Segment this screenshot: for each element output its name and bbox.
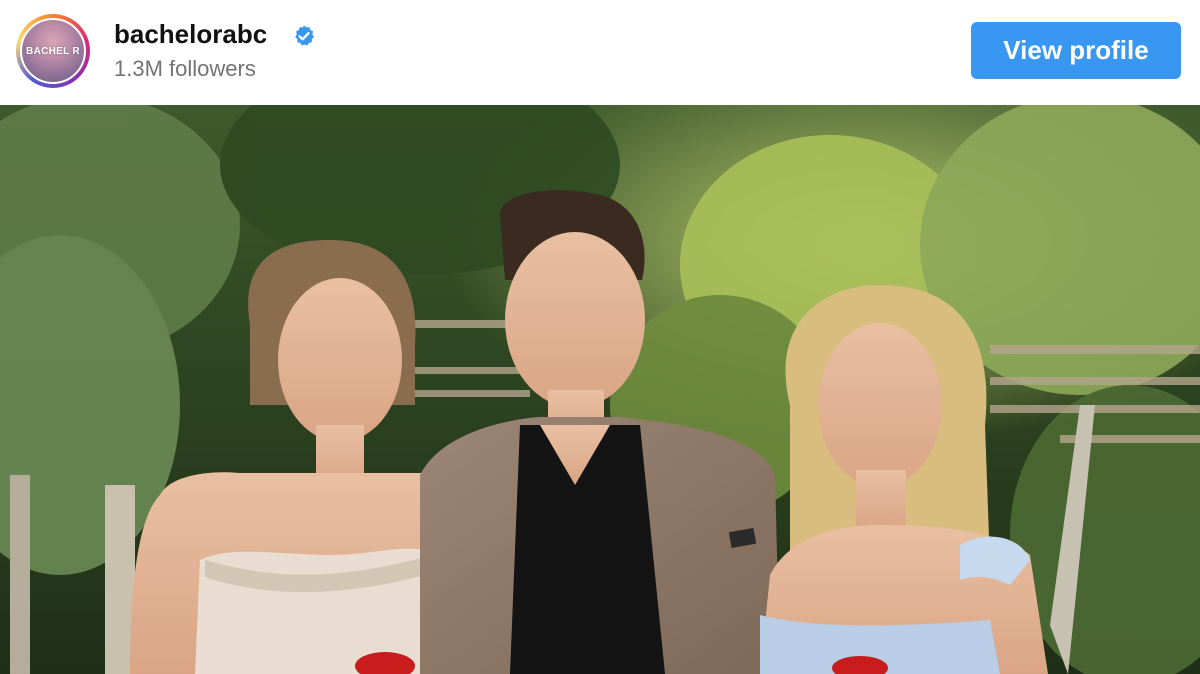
follower-count: 1.3M followers (114, 56, 256, 81)
verified-badge-icon (295, 25, 314, 46)
profile-avatar[interactable]: BACHEL R (16, 14, 90, 88)
avatar-logo-text: BACHEL R (26, 45, 80, 57)
avatar-image: BACHEL R (20, 18, 86, 84)
username[interactable]: bachelorabc (114, 19, 267, 50)
post-header: BACHEL R bachelorabc 1.3M followers View… (0, 0, 1200, 105)
post-photo-illustration (0, 105, 1200, 674)
post-photo[interactable] (0, 105, 1200, 674)
view-profile-button[interactable]: View profile (971, 22, 1181, 79)
